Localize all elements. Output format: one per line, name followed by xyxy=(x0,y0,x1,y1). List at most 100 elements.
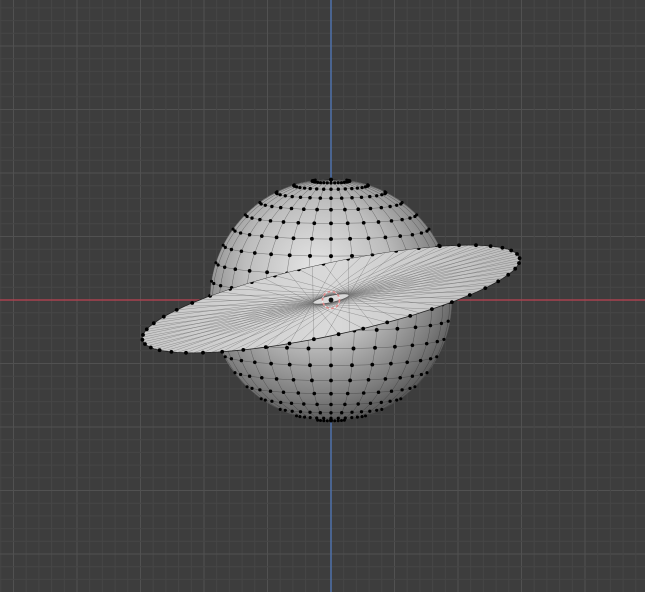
sphere-vertex[interactable] xyxy=(329,378,333,383)
sphere-vertex[interactable] xyxy=(376,220,381,224)
sphere-vertex[interactable] xyxy=(316,180,320,184)
sphere-vertex[interactable] xyxy=(308,416,312,420)
sphere-vertex[interactable] xyxy=(379,400,383,405)
sphere-vertex[interactable] xyxy=(410,232,415,237)
ring-vertex[interactable] xyxy=(430,307,434,311)
sphere-vertex[interactable] xyxy=(253,360,257,365)
sphere-vertex[interactable] xyxy=(424,341,429,346)
sphere-vertex[interactable] xyxy=(425,371,429,375)
sphere-vertex[interactable] xyxy=(400,217,404,222)
sphere-vertex[interactable] xyxy=(368,206,373,211)
sphere-vertex[interactable] xyxy=(350,410,354,414)
sphere-vertex[interactable] xyxy=(223,245,227,250)
sphere-vertex[interactable] xyxy=(325,181,329,185)
sphere-vertex[interactable] xyxy=(285,345,289,350)
sphere-vertex[interactable] xyxy=(350,253,354,258)
viewport-canvas[interactable] xyxy=(0,0,645,592)
sphere-vertex[interactable] xyxy=(229,357,234,361)
sphere-vertex[interactable] xyxy=(350,363,354,368)
sphere-vertex[interactable] xyxy=(315,416,319,420)
ring-vertex[interactable] xyxy=(174,308,179,312)
sphere-vertex[interactable] xyxy=(428,357,433,361)
sphere-vertex[interactable] xyxy=(395,398,399,402)
sphere-vertex[interactable] xyxy=(315,207,319,212)
sphere-vertex[interactable] xyxy=(252,251,257,255)
sphere-vertex[interactable] xyxy=(388,399,392,403)
3d-viewport[interactable] xyxy=(0,0,645,592)
sphere-vertex[interactable] xyxy=(389,361,393,366)
sphere-vertex[interactable] xyxy=(405,360,409,365)
sphere-vertex[interactable] xyxy=(360,415,364,419)
sphere-vertex[interactable] xyxy=(339,196,344,200)
ring-vertex[interactable] xyxy=(140,337,145,342)
sphere-vertex[interactable] xyxy=(395,203,399,207)
sphere-vertex[interactable] xyxy=(380,407,384,411)
sphere-vertex[interactable] xyxy=(376,390,381,394)
sphere-vertex[interactable] xyxy=(356,207,361,212)
sphere-vertex[interactable] xyxy=(375,194,379,198)
sphere-vertex[interactable] xyxy=(212,281,216,286)
sphere-vertex[interactable] xyxy=(435,339,439,344)
sphere-vertex[interactable] xyxy=(298,415,302,419)
sphere-vertex[interactable] xyxy=(318,418,323,423)
ring-vertex[interactable] xyxy=(141,333,145,337)
sphere-vertex[interactable] xyxy=(287,253,292,258)
ring-vertex[interactable] xyxy=(263,345,268,349)
ring-vertex[interactable] xyxy=(509,248,514,253)
sphere-vertex[interactable] xyxy=(294,185,299,189)
ring-vertex[interactable] xyxy=(190,301,195,305)
sphere-vertex[interactable] xyxy=(289,401,294,405)
sphere-vertex[interactable] xyxy=(269,252,273,257)
sphere-vertex[interactable] xyxy=(278,193,282,197)
sphere-vertex[interactable] xyxy=(216,263,220,267)
sphere-vertex[interactable] xyxy=(363,414,368,418)
ring-vertex[interactable] xyxy=(336,332,341,337)
sphere-vertex[interactable] xyxy=(308,410,312,414)
sphere-vertex[interactable] xyxy=(439,321,444,326)
sphere-vertex[interactable] xyxy=(290,194,294,199)
sphere-vertex[interactable] xyxy=(318,181,323,185)
sphere-vertex[interactable] xyxy=(250,386,254,390)
sphere-vertex[interactable] xyxy=(410,374,415,378)
ring-vertex[interactable] xyxy=(312,337,316,342)
sphere-vertex[interactable] xyxy=(308,186,312,191)
sphere-vertex[interactable] xyxy=(388,204,392,209)
sphere-vertex[interactable] xyxy=(233,267,238,271)
ring-vertex[interactable] xyxy=(474,243,478,248)
sphere-vertex[interactable] xyxy=(274,377,279,381)
sphere-vertex[interactable] xyxy=(446,319,450,323)
sphere-vertex[interactable] xyxy=(395,326,400,331)
sphere-vertex[interactable] xyxy=(259,234,264,238)
ring-vertex[interactable] xyxy=(184,350,188,355)
sphere-vertex[interactable] xyxy=(368,401,373,405)
sphere-vertex[interactable] xyxy=(322,187,326,191)
sphere-vertex[interactable] xyxy=(383,235,388,240)
sphere-vertex[interactable] xyxy=(291,377,296,382)
sphere-vertex[interactable] xyxy=(259,397,263,401)
ring-vertex[interactable] xyxy=(515,252,519,256)
sphere-vertex[interactable] xyxy=(238,231,243,235)
ring-vertex[interactable] xyxy=(148,345,153,350)
sphere-vertex[interactable] xyxy=(356,402,360,406)
sphere-vertex[interactable] xyxy=(270,204,274,209)
sphere-vertex[interactable] xyxy=(269,361,273,366)
sphere-vertex[interactable] xyxy=(336,416,340,420)
sphere-vertex[interactable] xyxy=(329,346,333,351)
sphere-vertex[interactable] xyxy=(223,355,227,359)
ring-vertex[interactable] xyxy=(161,314,166,319)
sphere-vertex[interactable] xyxy=(278,205,283,210)
sphere-vertex[interactable] xyxy=(361,220,366,225)
sphere-vertex[interactable] xyxy=(268,389,273,393)
sphere-vertex[interactable] xyxy=(291,236,296,241)
sphere-vertex[interactable] xyxy=(287,362,292,367)
ring-vertex[interactable] xyxy=(506,272,511,277)
sphere-vertex[interactable] xyxy=(329,411,333,415)
ring-vertex[interactable] xyxy=(496,279,501,284)
sphere-vertex[interactable] xyxy=(400,388,404,392)
sphere-vertex[interactable] xyxy=(361,391,366,395)
ring-vertex[interactable] xyxy=(457,243,461,248)
sphere-vertex[interactable] xyxy=(345,391,350,396)
sphere-vertex[interactable] xyxy=(413,325,418,330)
sphere-vertex[interactable] xyxy=(239,358,244,363)
sphere-vertex[interactable] xyxy=(379,205,384,210)
